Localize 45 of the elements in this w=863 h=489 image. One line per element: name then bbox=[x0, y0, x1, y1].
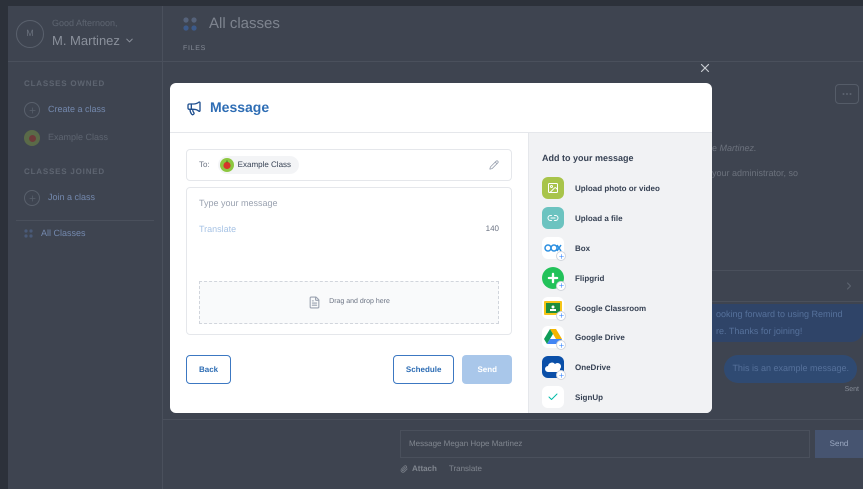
add-option[interactable]: Flipgrid bbox=[542, 264, 699, 294]
class-avatar bbox=[24, 130, 40, 146]
recipient-field[interactable]: To: Example Class bbox=[186, 149, 512, 181]
dialog-title: Message bbox=[210, 98, 270, 117]
cloud-icon bbox=[545, 362, 561, 372]
plus-badge-icon bbox=[556, 340, 566, 350]
recipient-chip[interactable]: Example Class bbox=[218, 156, 300, 174]
add-option[interactable]: Upload photo or video bbox=[542, 174, 699, 204]
image-icon bbox=[547, 182, 559, 194]
apple-avatar-icon bbox=[220, 158, 234, 172]
to-label: To: bbox=[199, 159, 210, 171]
close-icon bbox=[698, 61, 712, 75]
all-classes-item[interactable]: All Classes bbox=[16, 220, 154, 246]
message-placeholder: Type your message bbox=[199, 197, 279, 210]
composer-send-button[interactable]: Send bbox=[815, 430, 863, 458]
grid-dots-icon bbox=[183, 17, 197, 32]
document-icon bbox=[308, 296, 322, 309]
composer-action[interactable]: Attach bbox=[400, 463, 437, 475]
dialog-button[interactable]: Back bbox=[186, 355, 232, 384]
thread-row[interactable] bbox=[712, 270, 863, 302]
composer-field[interactable]: Message Megan Hope Martinez bbox=[400, 430, 810, 458]
page-title: All classes bbox=[209, 14, 280, 34]
grid-dots-icon bbox=[24, 229, 33, 238]
add-option[interactable]: Upload a file bbox=[542, 204, 699, 234]
add-option[interactable]: Google Drive bbox=[542, 324, 699, 354]
add-option[interactable]: OneDrive bbox=[542, 353, 699, 384]
dialog-button[interactable]: Schedule bbox=[392, 355, 454, 384]
add-option[interactable]: SignUp bbox=[542, 383, 699, 413]
character-counter: 140 bbox=[486, 223, 499, 236]
edit-icon bbox=[489, 160, 499, 170]
composer-action[interactable]: Translate bbox=[448, 463, 482, 475]
more-button[interactable] bbox=[835, 84, 859, 104]
sidebar-item[interactable]: Create a class bbox=[24, 102, 146, 118]
megaphone-icon bbox=[186, 100, 202, 116]
sidebar-item[interactable]: Join a class bbox=[24, 190, 146, 206]
plus-badge-icon bbox=[556, 251, 566, 262]
plus-icon bbox=[546, 270, 560, 285]
add-option[interactable]: Box bbox=[542, 234, 699, 264]
paperclip-icon bbox=[400, 465, 408, 473]
plus-badge-icon bbox=[556, 370, 566, 380]
add-option[interactable]: Google Classroom bbox=[542, 294, 699, 324]
user-menu[interactable]: M. Martinez bbox=[52, 30, 135, 50]
add-heading: Add to your message bbox=[542, 152, 635, 165]
rings-logo-icon bbox=[544, 243, 562, 254]
board-icon bbox=[544, 300, 562, 315]
